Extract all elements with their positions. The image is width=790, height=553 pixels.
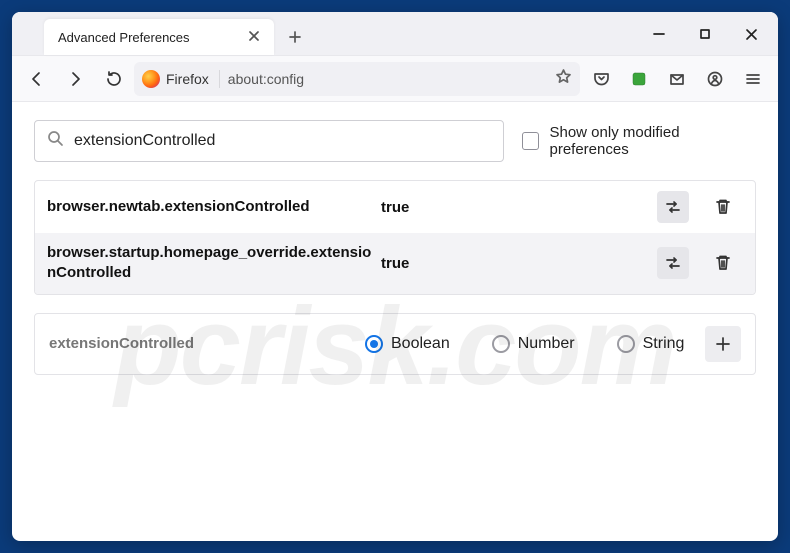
back-button[interactable]	[20, 62, 54, 96]
close-window-button[interactable]	[728, 18, 774, 50]
pref-row-actions	[657, 191, 743, 223]
nav-toolbar: Firefox about:config	[12, 56, 778, 102]
radio-string[interactable]: String	[617, 335, 685, 353]
tab-advanced-preferences[interactable]: Advanced Preferences	[44, 19, 274, 55]
pref-list: browser.newtab.extensionControlled true …	[34, 180, 756, 295]
pref-row[interactable]: browser.startup.homepage_override.extens…	[35, 233, 755, 294]
maximize-button[interactable]	[682, 18, 728, 50]
show-modified-label: Show only modified preferences	[549, 124, 756, 158]
delete-button[interactable]	[707, 247, 739, 279]
pref-name: browser.startup.homepage_override.extens…	[47, 243, 375, 284]
new-pref-row: extensionControlled Boolean Number Strin…	[34, 313, 756, 375]
search-row: Show only modified preferences	[34, 120, 756, 162]
pref-name: browser.newtab.extensionControlled	[47, 197, 375, 217]
radio-number[interactable]: Number	[492, 335, 575, 353]
show-modified-only[interactable]: Show only modified preferences	[522, 124, 756, 158]
radio-label: Boolean	[391, 335, 450, 353]
account-icon[interactable]	[698, 62, 732, 96]
search-icon	[47, 130, 64, 152]
url-text: about:config	[228, 71, 547, 87]
bookmark-star-icon[interactable]	[555, 68, 572, 90]
identity-label: Firefox	[166, 71, 209, 87]
checkbox-icon[interactable]	[522, 132, 539, 150]
radio-label: String	[643, 335, 685, 353]
delete-button[interactable]	[707, 191, 739, 223]
tab-title: Advanced Preferences	[58, 30, 190, 45]
browser-window: Advanced Preferences	[12, 12, 778, 541]
identity-box[interactable]: Firefox	[142, 70, 220, 88]
pref-value: true	[375, 255, 657, 272]
pref-row-actions	[657, 247, 743, 279]
new-tab-button[interactable]	[280, 22, 310, 52]
extension-icon[interactable]	[622, 62, 656, 96]
pref-search-box[interactable]	[34, 120, 504, 162]
radio-icon	[492, 335, 510, 353]
pref-row[interactable]: browser.newtab.extensionControlled true	[35, 181, 755, 233]
menu-button[interactable]	[736, 62, 770, 96]
pref-search-input[interactable]	[74, 132, 491, 150]
reload-button[interactable]	[96, 62, 130, 96]
radio-label: Number	[518, 335, 575, 353]
toggle-button[interactable]	[657, 247, 689, 279]
radio-icon	[617, 335, 635, 353]
toggle-button[interactable]	[657, 191, 689, 223]
address-bar[interactable]: Firefox about:config	[134, 62, 580, 96]
type-radio-group: Boolean Number String	[365, 335, 685, 353]
radio-icon	[365, 335, 383, 353]
add-pref-button[interactable]	[705, 326, 741, 362]
pocket-icon[interactable]	[584, 62, 618, 96]
forward-button[interactable]	[58, 62, 92, 96]
close-tab-button[interactable]	[244, 28, 264, 47]
titlebar: Advanced Preferences	[12, 12, 778, 56]
radio-boolean[interactable]: Boolean	[365, 335, 450, 353]
aboutconfig-content: Show only modified preferences browser.n…	[12, 102, 778, 541]
window-controls	[636, 12, 774, 56]
inbox-icon[interactable]	[660, 62, 694, 96]
firefox-logo-icon	[142, 70, 160, 88]
new-pref-name: extensionControlled	[49, 335, 345, 352]
minimize-button[interactable]	[636, 18, 682, 50]
pref-value: true	[375, 199, 657, 216]
